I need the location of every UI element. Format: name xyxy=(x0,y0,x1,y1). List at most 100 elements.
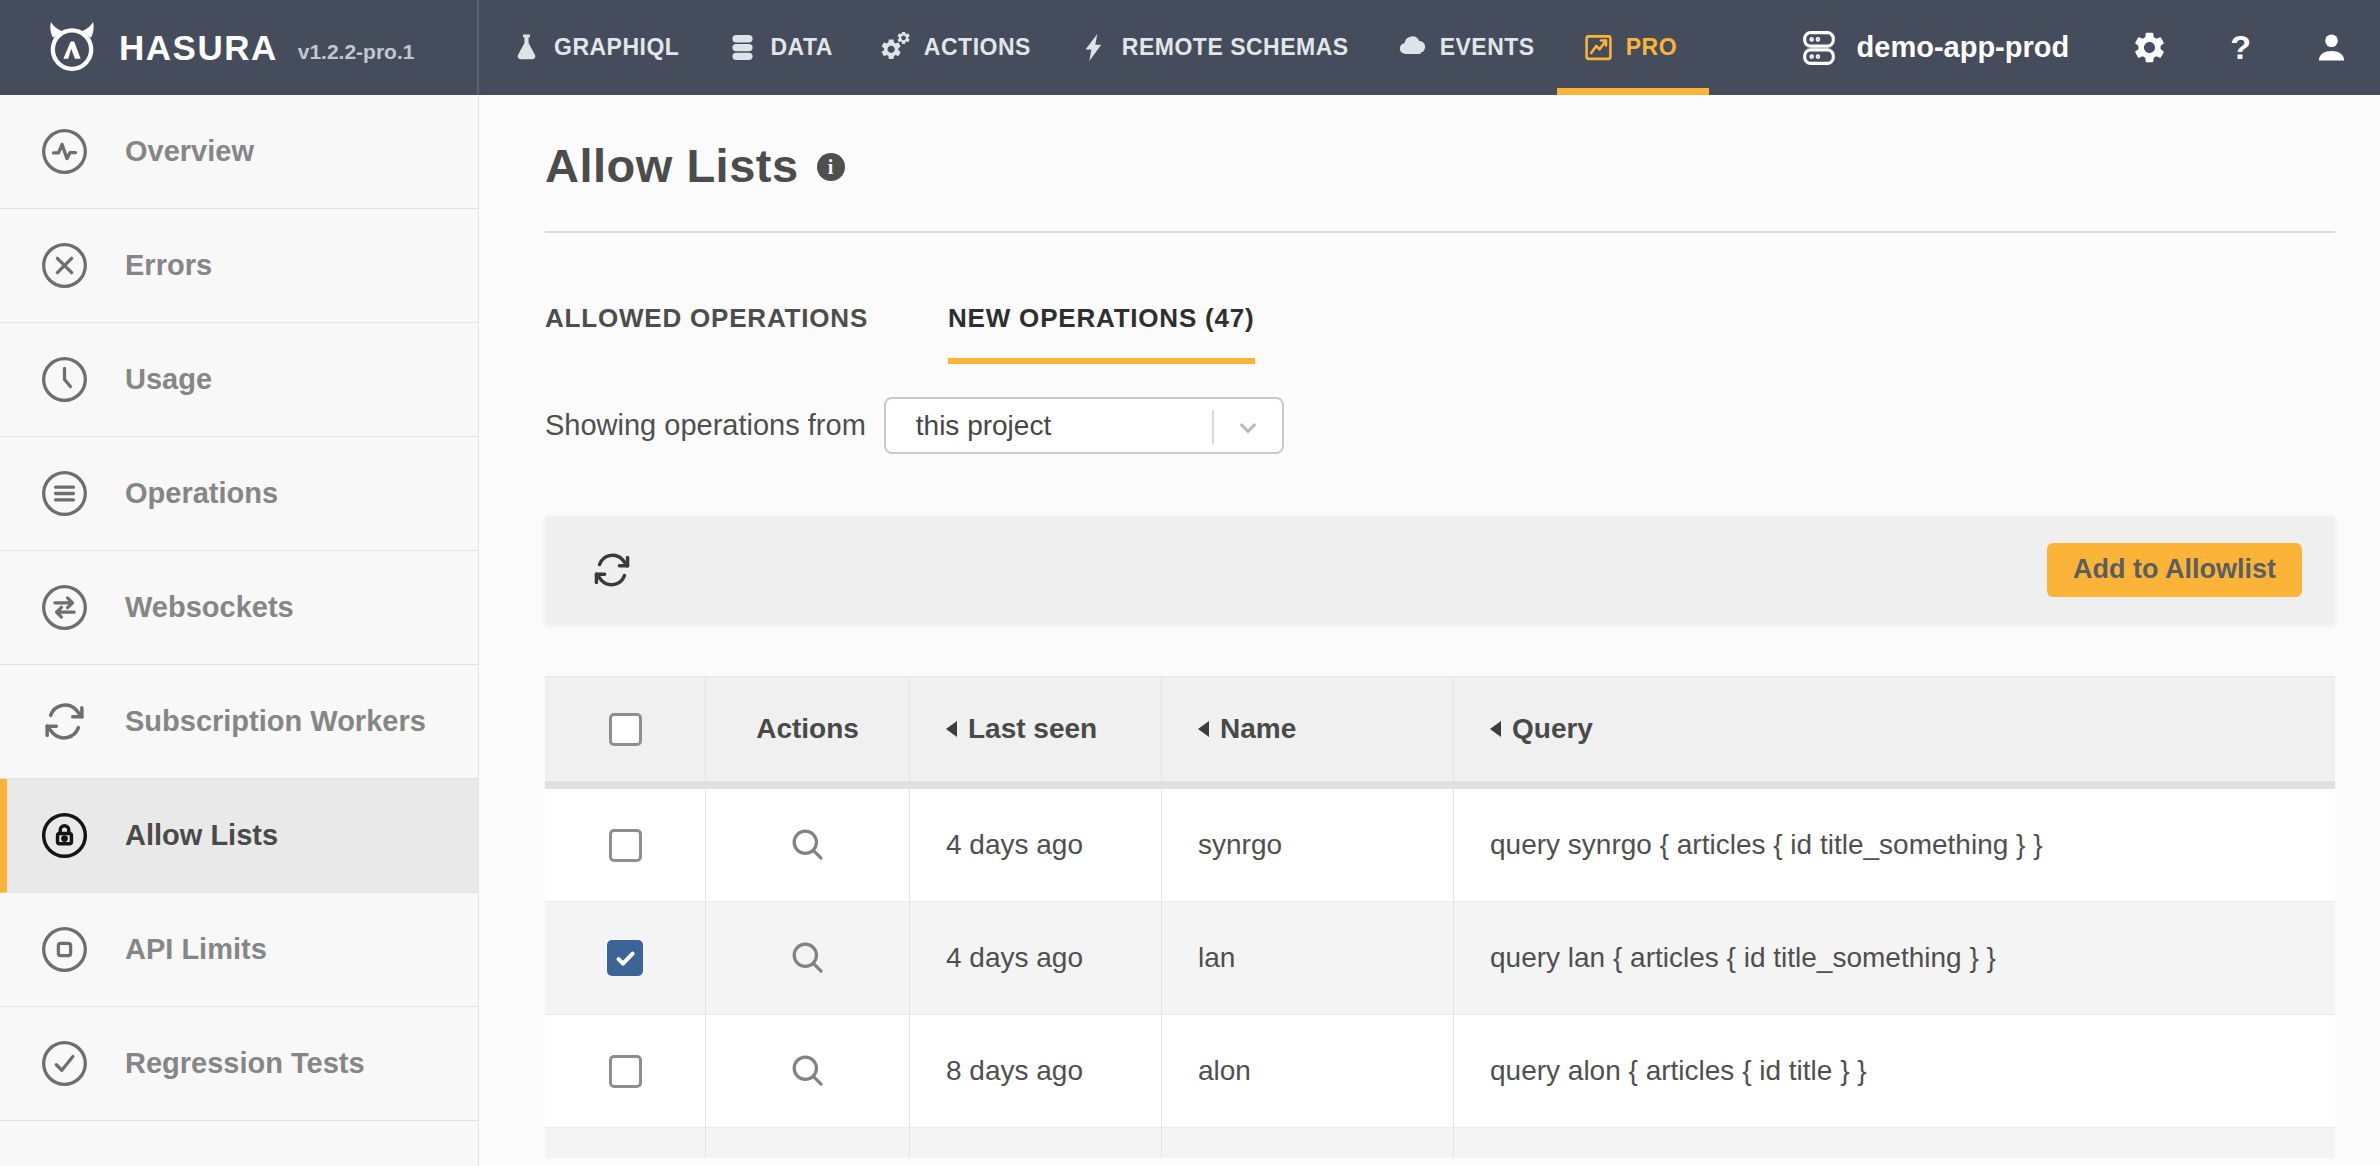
sidebar: OverviewErrorsUsageOperationsWebsocketsS… xyxy=(0,95,479,1166)
column-header-actions: Actions xyxy=(705,677,909,781)
divider xyxy=(545,231,2335,233)
row-last-seen: 4 days ago xyxy=(909,789,1161,901)
add-to-allowlist-button[interactable]: Add to Allowlist xyxy=(2047,543,2302,597)
row-actions-cell xyxy=(705,902,909,1014)
settings-button[interactable] xyxy=(2131,29,2168,66)
clock-icon xyxy=(40,355,89,404)
row-checkbox[interactable] xyxy=(609,829,642,862)
sidebar-item-regression-tests[interactable]: Regression Tests xyxy=(0,1007,478,1121)
chart-icon xyxy=(1583,32,1614,63)
nav-item-remote-schemas[interactable]: REMOTE SCHEMAS xyxy=(1079,0,1349,95)
bolt-icon xyxy=(1079,32,1110,63)
select-all-checkbox[interactable] xyxy=(609,713,642,746)
pulse-icon xyxy=(40,127,89,176)
table-header-row: ActionsLast seenNameQuery xyxy=(545,677,2335,789)
column-header-select-all xyxy=(545,677,705,781)
row-query: query synrgo { articles { id title_somet… xyxy=(1453,789,2335,901)
gears-icon xyxy=(881,32,912,63)
square-icon xyxy=(40,925,89,974)
brand-name: HASURA xyxy=(119,28,278,68)
user-icon xyxy=(2313,29,2350,66)
operations-table: ActionsLast seenNameQuery4 days agosynrg… xyxy=(545,676,2335,1158)
info-icon[interactable]: i xyxy=(817,153,845,181)
sidebar-item-overview[interactable]: Overview xyxy=(0,95,478,209)
hasura-logo-icon xyxy=(45,21,99,75)
tab-new-operations-47[interactable]: NEW OPERATIONS (47) xyxy=(948,303,1255,364)
server-icon xyxy=(1797,26,1841,70)
tabs: ALLOWED OPERATIONS NEW OPERATIONS (47) xyxy=(545,303,2380,364)
chevron-down-icon xyxy=(1232,412,1264,444)
help-icon: ? xyxy=(2230,28,2251,67)
flask-icon xyxy=(511,32,542,63)
table-row-lan: 4 days agolanquery lan { articles { id t… xyxy=(545,902,2335,1015)
main-nav: GRAPHIQL DATA ACTIONS REMOTE SCHEMAS EVENTS P… xyxy=(511,0,1725,95)
top-navbar: HASURA v1.2.2-pro.1 GRAPHIQL DATA ACTIONS R… xyxy=(0,0,2380,95)
select-value: this project xyxy=(916,410,1051,442)
column-header-last-seen[interactable]: Last seen xyxy=(909,677,1161,781)
sidebar-item-errors[interactable]: Errors xyxy=(0,209,478,323)
database-icon xyxy=(727,32,758,63)
row-checkbox-cell xyxy=(545,789,705,901)
row-last-seen: 4 days ago xyxy=(909,902,1161,1014)
row-query: query lan { articles { id title_somethin… xyxy=(1453,902,2335,1014)
sidebar-item-usage[interactable]: Usage xyxy=(0,323,478,437)
row-query: query alon { articles { id title } } xyxy=(1453,1015,2335,1127)
sidebar-item-websockets[interactable]: Websockets xyxy=(0,551,478,665)
hasura-pro-console: HASURA v1.2.2-pro.1 GRAPHIQL DATA ACTIONS R… xyxy=(0,0,2380,1166)
sidebar-item-api-limits[interactable]: API Limits xyxy=(0,893,478,1007)
nav-item-pro[interactable]: PRO xyxy=(1583,0,1677,95)
main-content: Allow Lists i ALLOWED OPERATIONS NEW OPER… xyxy=(479,95,2380,1166)
cloud-icon xyxy=(1397,32,1428,63)
filter-row: Showing operations from this project xyxy=(545,397,2380,454)
table-row-partial xyxy=(545,1128,2335,1158)
filter-label: Showing operations from xyxy=(545,409,866,442)
gear-icon xyxy=(2131,29,2168,66)
sidebar-item-allow-lists[interactable]: Allow Lists xyxy=(0,779,478,893)
brand: HASURA v1.2.2-pro.1 xyxy=(0,0,479,95)
row-actions-cell xyxy=(705,789,909,901)
select-separator xyxy=(1212,410,1214,444)
table-row-alon: 8 days agoalonquery alon { articles { id… xyxy=(545,1015,2335,1128)
list-icon xyxy=(40,469,89,518)
inspect-operation-button[interactable] xyxy=(785,822,831,868)
tab-allowed-operations[interactable]: ALLOWED OPERATIONS xyxy=(545,303,868,364)
account-button[interactable] xyxy=(2313,29,2350,66)
error-icon xyxy=(40,241,89,290)
help-button[interactable]: ? xyxy=(2230,28,2251,67)
sort-arrow-icon xyxy=(1198,721,1209,737)
project-scope-select[interactable]: this project xyxy=(884,397,1284,454)
navbar-right: demo-app-prod ? xyxy=(1797,0,2350,95)
refresh-button[interactable] xyxy=(590,548,634,592)
column-header-query[interactable]: Query xyxy=(1453,677,2335,781)
version-label: v1.2.2-pro.1 xyxy=(298,40,415,64)
page-title: Allow Lists xyxy=(545,138,799,193)
inspect-operation-button[interactable] xyxy=(785,935,831,981)
nav-item-events[interactable]: EVENTS xyxy=(1397,0,1535,95)
sync-icon xyxy=(40,697,89,746)
sort-arrow-icon xyxy=(946,721,957,737)
row-name: alon xyxy=(1161,1015,1453,1127)
table-row-synrgo: 4 days agosynrgoquery synrgo { articles … xyxy=(545,789,2335,902)
row-checkbox-cell xyxy=(545,902,705,1014)
row-name: synrgo xyxy=(1161,789,1453,901)
nav-item-data[interactable]: DATA xyxy=(727,0,832,95)
arrows-icon xyxy=(40,583,89,632)
column-header-name[interactable]: Name xyxy=(1161,677,1453,781)
lock-icon xyxy=(40,811,89,860)
nav-item-graphiql[interactable]: GRAPHIQL xyxy=(511,0,679,95)
row-actions-cell xyxy=(705,1015,909,1127)
row-checkbox[interactable] xyxy=(607,940,643,976)
table-toolbar: Add to Allowlist xyxy=(545,516,2335,623)
project-switcher[interactable]: demo-app-prod xyxy=(1797,26,2070,70)
sort-arrow-icon xyxy=(1490,721,1501,737)
check-icon xyxy=(40,1039,89,1088)
inspect-operation-button[interactable] xyxy=(785,1048,831,1094)
sidebar-item-subscription-workers[interactable]: Subscription Workers xyxy=(0,665,478,779)
row-name: lan xyxy=(1161,902,1453,1014)
sidebar-item-operations[interactable]: Operations xyxy=(0,437,478,551)
row-checkbox-cell xyxy=(545,1015,705,1127)
row-checkbox[interactable] xyxy=(609,1055,642,1088)
nav-item-actions[interactable]: ACTIONS xyxy=(881,0,1031,95)
row-last-seen: 8 days ago xyxy=(909,1015,1161,1127)
refresh-icon xyxy=(590,548,634,592)
